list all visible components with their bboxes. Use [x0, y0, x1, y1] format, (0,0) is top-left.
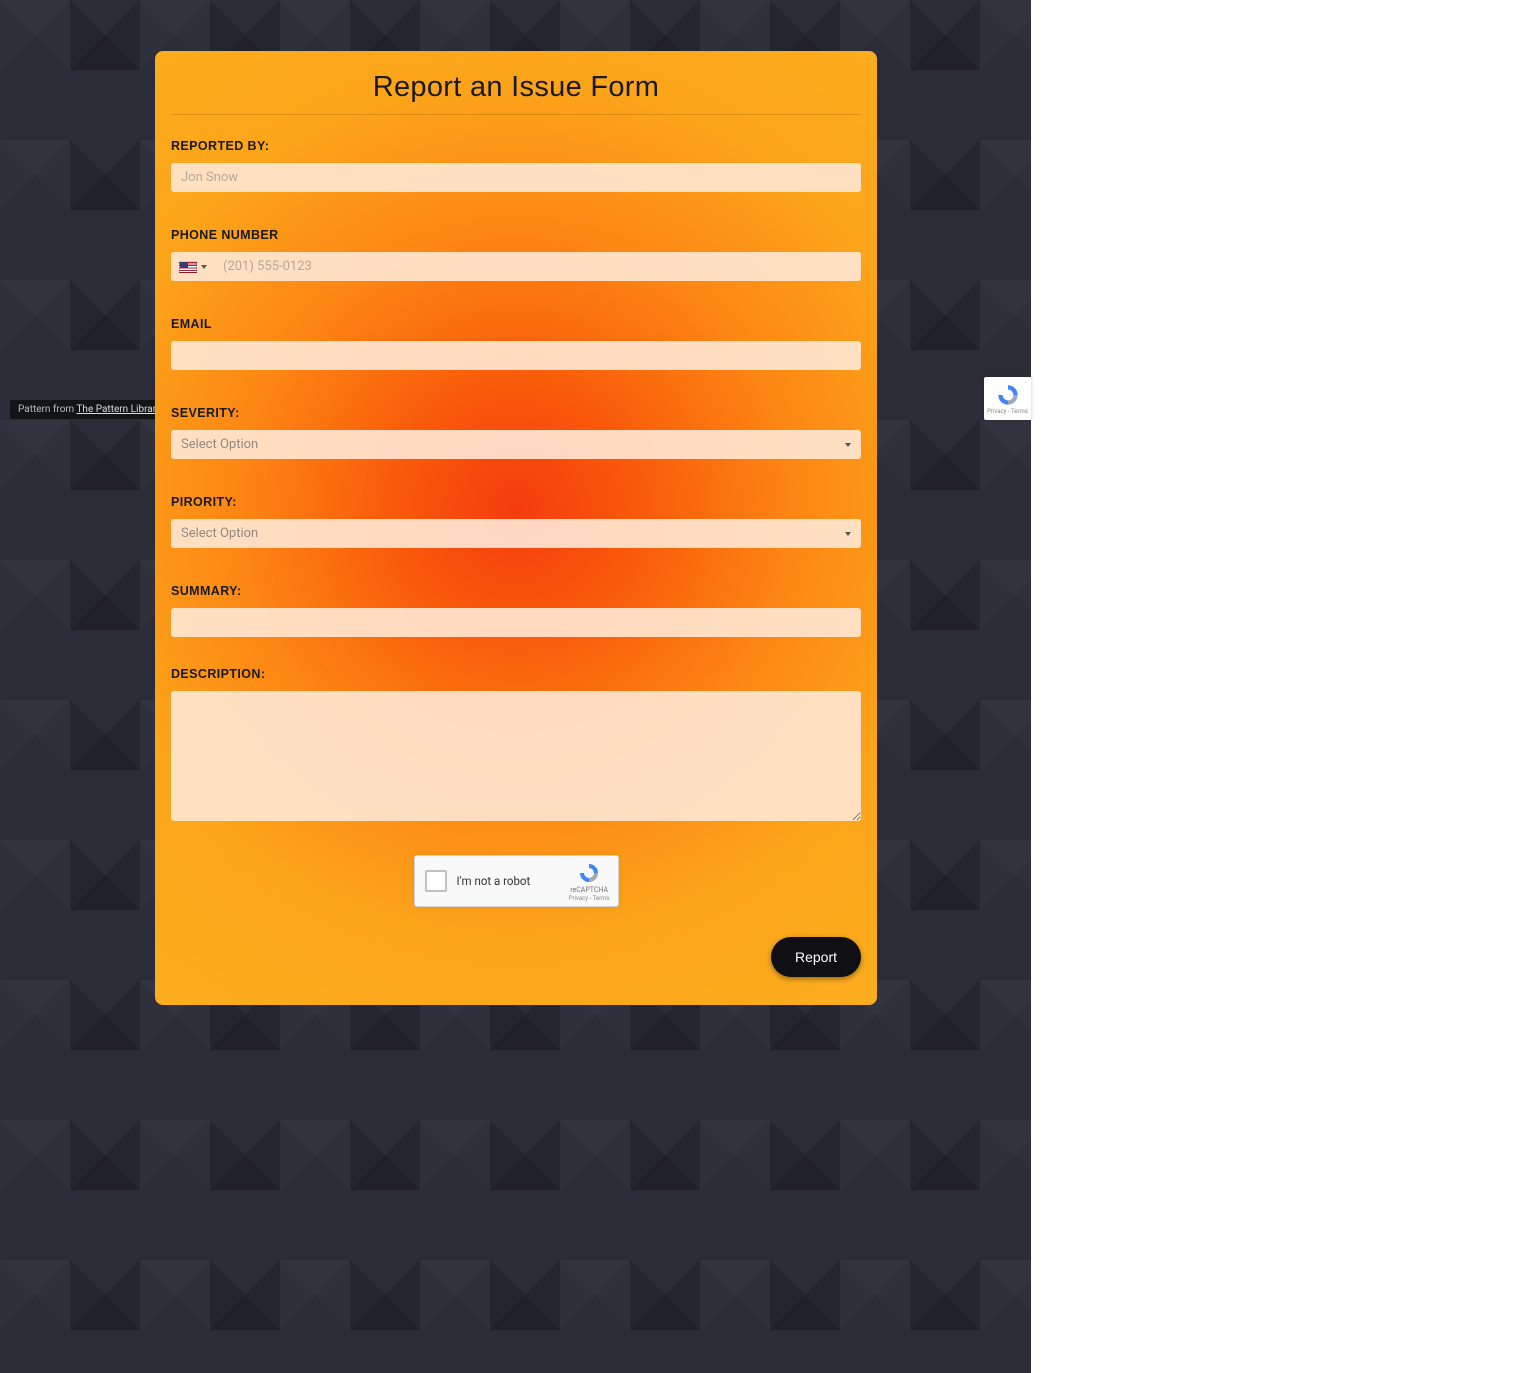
- priority-group: PIRORITY: Select Option: [171, 495, 861, 548]
- credit-prefix: Pattern from: [18, 404, 76, 415]
- recaptcha-badge[interactable]: Privacy - Terms: [984, 377, 1031, 420]
- description-group: DESCRIPTION:: [171, 667, 861, 825]
- chevron-down-icon: [845, 532, 851, 536]
- recaptcha-checkbox[interactable]: [425, 870, 447, 892]
- summary-label: SUMMARY:: [171, 584, 861, 598]
- summary-input[interactable]: [171, 608, 861, 637]
- us-flag-icon: [179, 261, 197, 273]
- page-background: Pattern from The Pattern Library Report …: [0, 0, 1031, 1373]
- description-label: DESCRIPTION:: [171, 667, 861, 681]
- email-input[interactable]: [171, 341, 861, 370]
- badge-terms: Privacy - Terms: [987, 408, 1028, 415]
- chevron-down-icon: [845, 443, 851, 447]
- severity-placeholder: Select Option: [181, 437, 258, 452]
- phone-row: [171, 252, 861, 281]
- form-title: Report an Issue Form: [171, 71, 861, 114]
- phone-input[interactable]: [215, 252, 861, 281]
- phone-label: PHONE NUMBER: [171, 228, 861, 242]
- reported-by-group: REPORTED BY:: [171, 139, 861, 192]
- description-textarea[interactable]: [171, 691, 861, 821]
- severity-group: SEVERITY: Select Option: [171, 406, 861, 459]
- priority-select[interactable]: Select Option: [171, 519, 861, 548]
- title-divider: [171, 114, 861, 115]
- chevron-down-icon: [201, 265, 207, 269]
- email-group: EMAIL: [171, 317, 861, 370]
- report-button[interactable]: Report: [771, 937, 861, 977]
- pattern-credit: Pattern from The Pattern Library: [10, 400, 169, 419]
- reported-by-label: REPORTED BY:: [171, 139, 861, 153]
- severity-label: SEVERITY:: [171, 406, 861, 420]
- recaptcha-icon: [994, 382, 1022, 408]
- recaptcha-icon: [576, 861, 602, 885]
- pattern-library-link[interactable]: The Pattern Library: [76, 404, 160, 415]
- recaptcha-brand: reCAPTCHA: [570, 886, 608, 894]
- issue-form-card: Report an Issue Form REPORTED BY: PHONE …: [155, 51, 877, 1005]
- email-label: EMAIL: [171, 317, 861, 331]
- phone-group: PHONE NUMBER: [171, 228, 861, 281]
- recaptcha-label: I'm not a robot: [457, 874, 569, 888]
- recaptcha-logo: reCAPTCHA Privacy - Terms: [569, 861, 610, 902]
- reported-by-input[interactable]: [171, 163, 861, 192]
- country-flag-selector[interactable]: [171, 255, 215, 279]
- priority-label: PIRORITY:: [171, 495, 861, 509]
- summary-group: SUMMARY:: [171, 584, 861, 637]
- severity-select[interactable]: Select Option: [171, 430, 861, 459]
- submit-row: Report: [171, 937, 861, 977]
- recaptcha-widget: I'm not a robot reCAPTCHA Privacy - Term…: [414, 855, 619, 907]
- recaptcha-terms: Privacy - Terms: [569, 895, 610, 902]
- priority-placeholder: Select Option: [181, 526, 258, 541]
